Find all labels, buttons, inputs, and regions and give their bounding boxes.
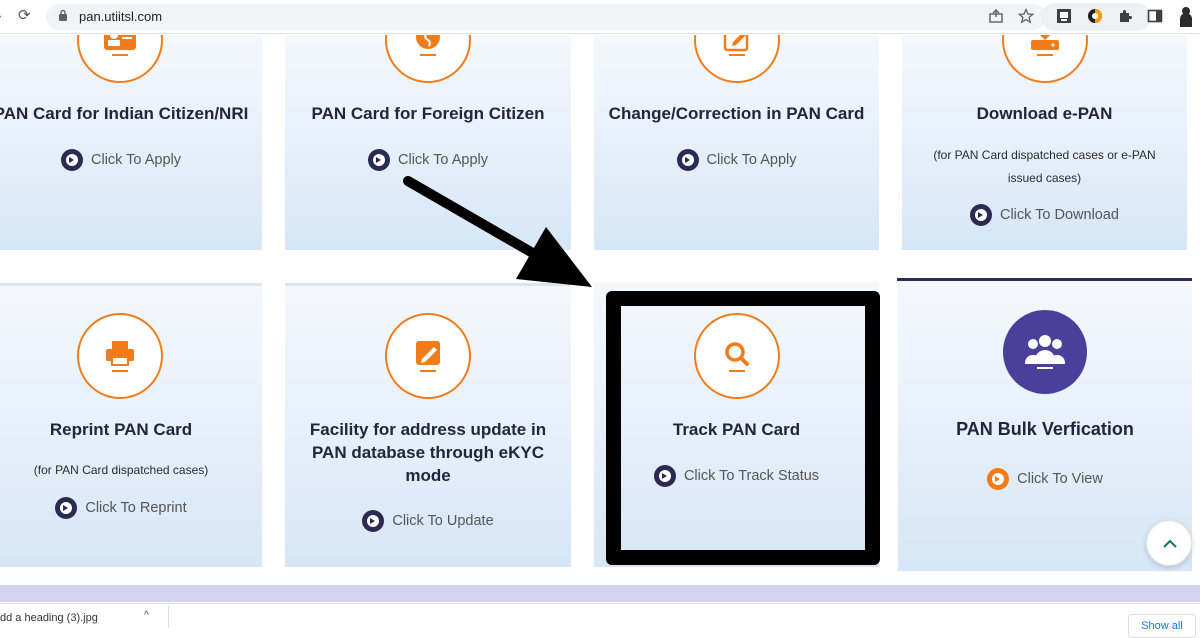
arrow-circle-icon bbox=[362, 510, 385, 532]
arrow-circle-icon bbox=[676, 149, 699, 171]
card-download-epan[interactable]: Download e-PAN (for PAN Card dispatched … bbox=[902, 35, 1187, 250]
browser-toolbar: › ⟳ pan.utiitsl.com bbox=[0, 0, 1200, 34]
card-icon-circle bbox=[385, 35, 471, 83]
card-note: issued cases) bbox=[1007, 171, 1082, 185]
share-icon[interactable] bbox=[988, 8, 1004, 24]
reload-icon[interactable]: ⟳ bbox=[18, 6, 31, 24]
chevron-up-icon bbox=[1163, 539, 1177, 548]
card-title: PAN Card for Indian Citizen/NRI bbox=[0, 104, 249, 123]
chevron-up-icon[interactable]: ^ bbox=[144, 610, 149, 621]
address-bar[interactable] bbox=[46, 4, 1046, 30]
card-title-line: PAN database through eKYC bbox=[311, 443, 545, 462]
card-icon-circle bbox=[1003, 310, 1087, 394]
download-shelf: dd a heading (3).jpg ^ Show all bbox=[0, 603, 1200, 638]
card-title: Change/Correction in PAN Card bbox=[608, 104, 865, 123]
edit-document-icon bbox=[723, 35, 749, 56]
lock-icon[interactable] bbox=[58, 9, 68, 21]
card-address-update[interactable]: Facility for address update in PAN datab… bbox=[285, 283, 571, 567]
update-link[interactable]: Click To Update bbox=[285, 510, 571, 532]
card-title: PAN Card for Foreign Citizen bbox=[311, 104, 545, 123]
card-icon-circle bbox=[77, 313, 163, 399]
arrow-circle-icon bbox=[61, 149, 83, 171]
arrow-circle-icon bbox=[987, 468, 1010, 490]
printer-icon bbox=[106, 341, 134, 372]
card-bulk-verification[interactable]: PAN Bulk Verfication Click To View bbox=[898, 281, 1192, 571]
card-icon-circle bbox=[694, 35, 780, 83]
id-card-icon bbox=[104, 35, 136, 56]
card-accent-border bbox=[897, 278, 1192, 281]
scroll-to-top-button[interactable] bbox=[1146, 520, 1192, 566]
arrow-circle-icon bbox=[55, 497, 78, 519]
card-title: PAN Bulk Verfication bbox=[956, 419, 1134, 439]
card-border bbox=[0, 283, 262, 286]
star-icon[interactable] bbox=[1018, 8, 1034, 24]
card-note: (for PAN Card dispatched cases) bbox=[33, 463, 209, 477]
card-title: Reprint PAN Card bbox=[49, 420, 193, 439]
annotation-highlight-box bbox=[606, 291, 880, 565]
card-icon-circle bbox=[1002, 35, 1088, 83]
users-icon bbox=[1025, 335, 1065, 369]
card-icon-circle bbox=[385, 313, 471, 399]
arrow-circle-icon bbox=[969, 204, 992, 226]
profile-icon[interactable] bbox=[1178, 5, 1194, 27]
card-icon-circle bbox=[77, 35, 163, 83]
card-pan-indian[interactable]: PAN Card for Indian Citizen/NRI Click To… bbox=[0, 35, 262, 250]
footer-band bbox=[0, 585, 1200, 602]
view-link[interactable]: Click To View bbox=[898, 468, 1192, 490]
page-content: PAN Card for Indian Citizen/NRI Click To… bbox=[0, 35, 1200, 602]
apply-link[interactable]: Click To Apply bbox=[594, 149, 879, 171]
card-change-correction[interactable]: Change/Correction in PAN Card Click To A… bbox=[594, 35, 879, 250]
card-note: (for PAN Card dispatched cases or e-PAN bbox=[933, 148, 1156, 162]
download-item[interactable]: dd a heading (3).jpg bbox=[0, 612, 98, 624]
show-all-button[interactable]: Show all bbox=[1128, 614, 1196, 638]
pencil-icon bbox=[416, 341, 440, 372]
card-title: Download e-PAN bbox=[976, 104, 1113, 123]
puzzle-icon[interactable] bbox=[1117, 8, 1133, 24]
apply-link[interactable]: Click To Apply bbox=[0, 149, 262, 171]
forward-icon[interactable]: › bbox=[0, 7, 2, 25]
card-title-line: mode bbox=[405, 466, 451, 485]
arrow-circle-icon bbox=[368, 149, 390, 171]
extension-icon[interactable] bbox=[1056, 8, 1072, 24]
arrow-annotation-icon bbox=[403, 176, 592, 287]
reprint-link[interactable]: Click To Reprint bbox=[0, 497, 262, 519]
apply-link[interactable]: Click To Apply bbox=[285, 149, 571, 171]
globe-icon bbox=[416, 35, 440, 56]
card-reprint[interactable]: Reprint PAN Card (for PAN Card dispatche… bbox=[0, 283, 262, 567]
sidebar-icon[interactable] bbox=[1147, 8, 1163, 24]
extension-icon[interactable] bbox=[1087, 8, 1103, 24]
divider bbox=[168, 606, 169, 628]
download-link[interactable]: Click To Download bbox=[902, 204, 1187, 226]
card-title-line: Facility for address update in bbox=[309, 420, 547, 439]
url-text[interactable]: pan.utiitsl.com bbox=[79, 9, 162, 24]
download-icon bbox=[1031, 35, 1059, 56]
